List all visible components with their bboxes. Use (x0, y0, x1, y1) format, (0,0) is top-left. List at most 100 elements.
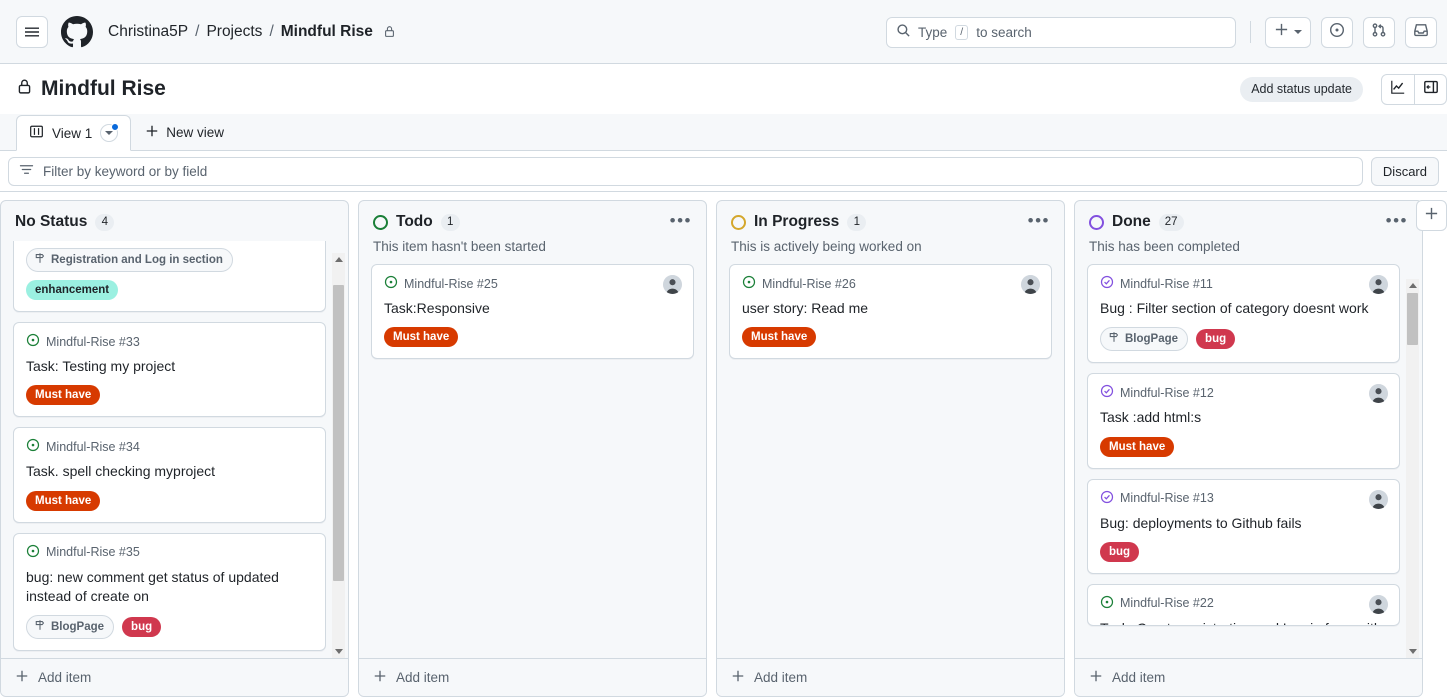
filter-input[interactable]: Filter by keyword or by field (8, 156, 1363, 186)
add-item-label: Add item (38, 670, 92, 685)
chevron-up-icon (334, 257, 343, 262)
plus-icon (1274, 22, 1289, 42)
board-card[interactable]: Mindful-Rise #12 Task :add html:s Must h… (1087, 373, 1400, 469)
scrollbar-thumb[interactable] (333, 285, 344, 581)
board-card[interactable]: Mindful-Rise #13 Bug: deployments to Git… (1087, 478, 1400, 574)
card-meta-text: Mindful-Rise #26 (762, 276, 856, 291)
add-status-update-button[interactable]: Add status update (1240, 76, 1363, 102)
board-card[interactable]: Mindful-Rise #35 bug: new comment get st… (13, 532, 326, 652)
scroll-up-arrow[interactable] (332, 253, 345, 266)
board-card[interactable]: Mindful-Rise #22 Task: Create registrati… (1087, 583, 1400, 626)
label-chip[interactable]: Must have (26, 385, 101, 406)
breadcrumb-projects[interactable]: Projects (206, 23, 262, 41)
global-header: Christina5P / Projects / Mindful Rise Ty… (0, 0, 1447, 64)
milestone-chip[interactable]: Registration and Log in section (26, 248, 233, 272)
column-scrollbar[interactable] (332, 253, 345, 658)
new-view-button[interactable]: New view (131, 114, 236, 150)
avatar[interactable] (1369, 489, 1388, 509)
breadcrumb-separator-2: / (269, 22, 274, 40)
discard-button[interactable]: Discard (1370, 156, 1439, 186)
column-menu-button[interactable]: ••• (670, 212, 692, 229)
hamburger-menu-button[interactable] (16, 15, 48, 48)
board-card[interactable]: Mindful-Rise #26 user story: Read me Mus… (729, 264, 1052, 360)
milestone-chip[interactable]: BlogPage (26, 615, 115, 640)
milestone-icon (34, 252, 46, 268)
lock-icon (383, 25, 396, 38)
board-column-todo: Todo 1 ••• This item hasn't been started… (358, 200, 707, 697)
label-chip[interactable]: enhancement (26, 280, 119, 300)
chevron-up-icon (1408, 283, 1417, 288)
avatar[interactable] (663, 275, 682, 294)
issues-button[interactable] (1321, 16, 1353, 48)
board-card[interactable]: Mindful-Rise #33 Task: Testing my projec… (13, 322, 326, 418)
avatar[interactable] (1369, 594, 1388, 614)
column-cards[interactable]: Registration and Log in section enhancem… (1, 241, 348, 658)
column-title: Todo (396, 213, 433, 230)
create-new-button[interactable] (1265, 16, 1311, 48)
search-input[interactable]: Type / to search (886, 16, 1236, 48)
column-title: No Status (15, 213, 88, 230)
tab-view-1[interactable]: View 1 (16, 115, 132, 151)
label-chip[interactable]: bug (1100, 541, 1140, 562)
inbox-button[interactable] (1405, 16, 1437, 48)
board-card[interactable]: Registration and Log in section enhancem… (13, 241, 326, 312)
column-cards[interactable]: Mindful-Rise #11 Bug : Filter section of… (1075, 254, 1422, 658)
breadcrumb-separator: / (195, 22, 200, 40)
card-title: Task: Testing my project (26, 358, 176, 374)
column-cards[interactable]: Mindful-Rise #25 Task:Responsive Must ha… (359, 254, 706, 658)
chevron-down-icon (1294, 30, 1302, 34)
column-menu-button[interactable]: ••• (1028, 212, 1050, 229)
project-view-toggles (1381, 73, 1447, 105)
avatar[interactable] (1021, 275, 1040, 294)
milestone-icon (34, 619, 46, 635)
chevron-down-icon (334, 649, 343, 654)
insights-button[interactable] (1382, 75, 1414, 104)
scroll-up-arrow[interactable] (1406, 279, 1419, 292)
add-item-button[interactable]: Add item (1, 658, 348, 696)
new-view-label: New view (166, 124, 225, 140)
avatar[interactable] (1369, 275, 1388, 294)
board-card[interactable]: Mindful-Rise #25 Task:Responsive Must ha… (371, 264, 694, 360)
add-item-button[interactable]: Add item (1075, 658, 1422, 696)
board-card[interactable]: Mindful-Rise #34 Task. spell checking my… (13, 427, 326, 523)
plus-icon (731, 669, 745, 686)
add-column-button[interactable] (1416, 200, 1447, 231)
card-meta-text: Mindful-Rise #12 (1120, 385, 1214, 400)
add-item-button[interactable]: Add item (359, 658, 706, 696)
filter-placeholder: Filter by keyword or by field (43, 163, 208, 179)
column-description: This has been completed (1089, 239, 1240, 254)
card-title: Bug : Filter section of category doesnt … (1100, 300, 1369, 316)
plus-icon (1424, 206, 1439, 226)
board-view-icon (29, 124, 44, 142)
milestone-chip[interactable]: BlogPage (1100, 327, 1189, 352)
column-count: 27 (1158, 213, 1184, 231)
status-circle-todo (373, 214, 388, 230)
card-title: Bug: deployments to Github fails (1100, 514, 1302, 531)
column-scrollbar[interactable] (1406, 279, 1419, 658)
plus-icon (1089, 669, 1103, 686)
scroll-down-arrow[interactable] (1406, 645, 1419, 658)
milestone-label: BlogPage (51, 621, 105, 634)
breadcrumb-current[interactable]: Mindful Rise (281, 23, 373, 41)
label-chip[interactable]: Must have (1100, 436, 1175, 457)
sidebar-expand-button[interactable] (1414, 74, 1446, 104)
board-card[interactable]: Mindful-Rise #11 Bug : Filter section of… (1087, 264, 1400, 364)
scrollbar-thumb[interactable] (1407, 293, 1418, 345)
search-placeholder-prefix: Type (918, 24, 948, 40)
add-item-button[interactable]: Add item (717, 658, 1064, 696)
board-column-in-progress: In Progress 1 ••• This is actively being… (716, 200, 1065, 697)
label-chip[interactable]: Must have (26, 490, 101, 511)
label-chip[interactable]: Must have (384, 327, 459, 348)
scroll-down-arrow[interactable] (332, 645, 345, 658)
label-chip[interactable]: bug (122, 617, 162, 638)
breadcrumb-owner[interactable]: Christina5P (108, 23, 188, 41)
label-chip[interactable]: bug (1196, 329, 1236, 350)
label-chip[interactable]: Must have (742, 327, 817, 348)
column-menu-button[interactable]: ••• (1386, 212, 1408, 229)
github-logo-icon[interactable] (60, 15, 94, 49)
view-options-button[interactable] (100, 123, 120, 142)
card-title: Task:Responsive (384, 300, 490, 316)
column-cards[interactable]: Mindful-Rise #26 user story: Read me Mus… (717, 254, 1064, 658)
pull-requests-button[interactable] (1363, 16, 1395, 48)
card-title: Task: Create registration and Log in for… (1100, 619, 1387, 625)
